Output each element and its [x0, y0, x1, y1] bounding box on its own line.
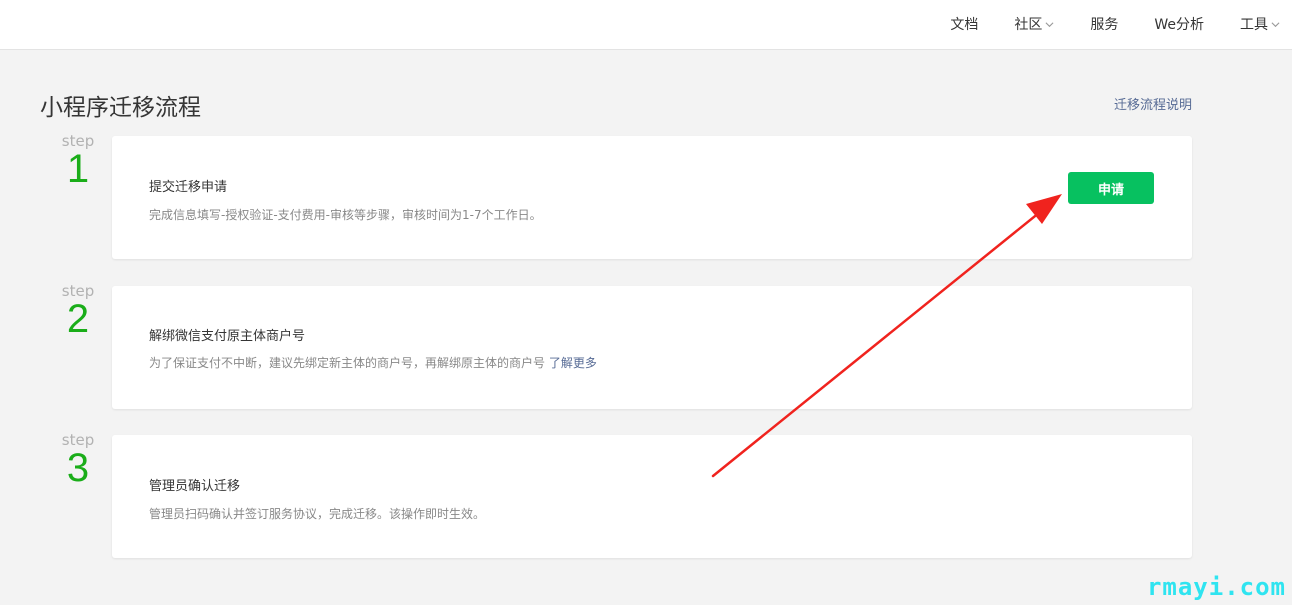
watermark-text: rmayi.com [1146, 573, 1286, 601]
step-indicator-2: step 2 [58, 283, 98, 339]
nav-item-label: 工具 [1240, 17, 1268, 33]
step-title: 解绑微信支付原主体商户号 [149, 329, 306, 344]
nav-item-services[interactable]: 服务 [1090, 14, 1118, 34]
nav-item-docs[interactable]: 文档 [950, 14, 978, 34]
learn-more-link[interactable]: 了解更多 [549, 356, 597, 370]
apply-button[interactable]: 申请 [1068, 172, 1154, 204]
step-description: 管理员扫码确认并签订服务协议，完成迁移。该操作即时生效。 [149, 507, 486, 521]
step-title: 管理员确认迁移 [149, 479, 241, 494]
nav-item-label: 社区 [1014, 17, 1043, 33]
step-card-1: 提交迁移申请 完成信息填写-授权验证-支付费用-审核等步骤，审核时间为1-7个工… [112, 136, 1192, 259]
step-description-text: 为了保证支付不中断，建议先绑定新主体的商户号，再解绑原主体的商户号 [149, 356, 546, 370]
nav-item-label: 文档 [950, 17, 979, 33]
step-number: 1 [66, 147, 90, 191]
step-indicator-1: step 1 [58, 133, 98, 189]
nav-item-label: 服务 [1090, 17, 1119, 33]
page-title: 小程序迁移流程 [40, 95, 201, 121]
step-number: 3 [66, 446, 90, 490]
step-card-2: 解绑微信支付原主体商户号 为了保证支付不中断，建议先绑定新主体的商户号，再解绑原… [112, 286, 1192, 409]
migration-help-link[interactable]: 迁移流程说明 [1114, 94, 1192, 113]
chevron-down-icon [1045, 21, 1054, 27]
nav-item-label: We分析 [1154, 17, 1204, 33]
top-navigation-bar: 文档 社区 服务 We分析 工具 [0, 0, 1292, 50]
nav-item-tools[interactable]: 工具 [1240, 14, 1280, 34]
step-description: 完成信息填写-授权验证-支付费用-审核等步骤，审核时间为1-7个工作日。 [149, 208, 542, 222]
step-card-3: 管理员确认迁移 管理员扫码确认并签订服务协议，完成迁移。该操作即时生效。 [112, 435, 1192, 558]
step-description: 为了保证支付不中断，建议先绑定新主体的商户号，再解绑原主体的商户号 了解更多 [149, 354, 597, 371]
nav-menu: 文档 社区 服务 We分析 工具 [914, 14, 1280, 34]
step-title: 提交迁移申请 [149, 180, 228, 195]
chevron-down-icon [1271, 21, 1280, 27]
nav-item-we-analytics[interactable]: We分析 [1154, 14, 1204, 34]
step-number: 2 [66, 297, 90, 341]
nav-item-community[interactable]: 社区 [1014, 14, 1054, 34]
step-indicator-3: step 3 [58, 432, 98, 488]
